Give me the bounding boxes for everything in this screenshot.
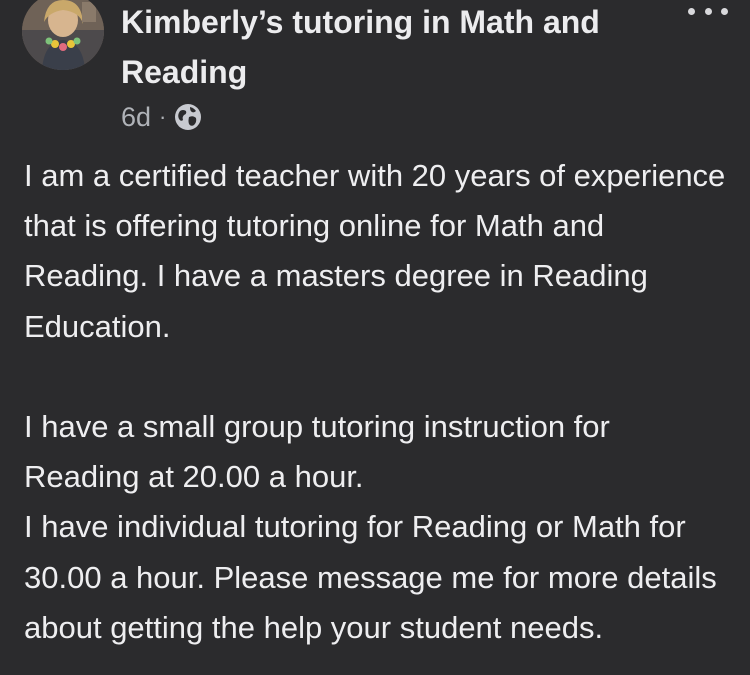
avatar-photo xyxy=(22,0,104,70)
more-dot xyxy=(721,7,728,15)
post-card: Kimberly’s tutoring in Math and Reading … xyxy=(0,0,750,675)
meta-separator: · xyxy=(159,104,167,129)
post-body: I am a certified teacher with 20 years o… xyxy=(24,151,729,653)
post-timestamp[interactable]: 6d xyxy=(121,102,151,133)
avatar[interactable] xyxy=(22,0,104,70)
post-author-title[interactable]: Kimberly’s tutoring in Math and Reading xyxy=(121,0,681,97)
more-dot xyxy=(688,7,695,15)
more-dot xyxy=(704,7,712,15)
post-paragraph: I have a small group tutoring instructio… xyxy=(24,409,610,495)
globe-icon[interactable] xyxy=(174,103,202,131)
post-paragraph: I have individual tutoring for Reading o… xyxy=(24,509,717,645)
post-meta: 6d · xyxy=(121,98,202,136)
more-options-icon[interactable] xyxy=(688,0,728,22)
post-paragraph: I am a certified teacher with 20 years o… xyxy=(24,158,726,344)
